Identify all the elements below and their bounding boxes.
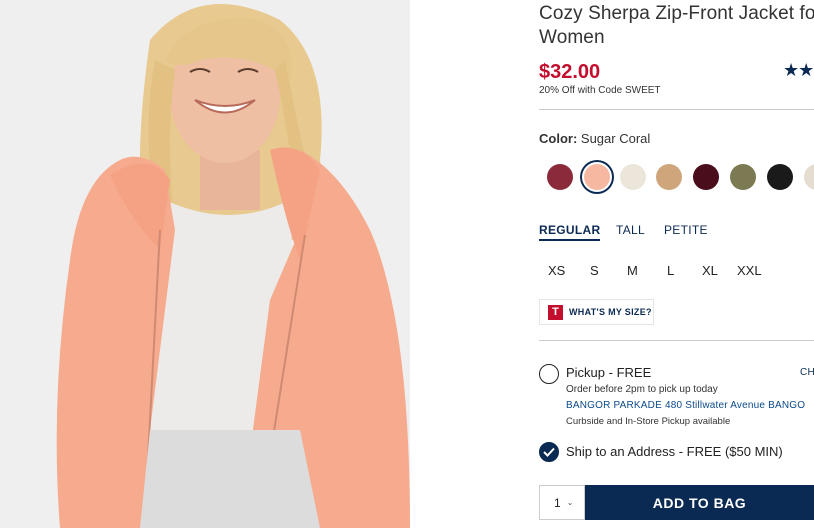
swatch-black[interactable] [767,164,793,190]
quantity-value: 1 [554,495,561,510]
size-l[interactable]: L [667,263,674,278]
rating-stars[interactable]: ★★ [783,60,814,81]
pickup-store-link[interactable]: BANGOR PARKADE 480 Stillwater Avenue BAN… [566,400,805,411]
divider [539,109,814,110]
color-label-prefix: Color: [539,131,578,146]
swatch-camel[interactable] [656,164,682,190]
curbside-note: Curbside and In-Store Pickup available [566,416,731,427]
color-swatches [539,164,814,196]
swatch-sugar-coral[interactable] [584,164,610,190]
product-price: $32.00 [539,61,601,83]
product-info-panel: Cozy Sherpa Zip-Front Jacket for Women $… [539,0,814,528]
swatch-oatmeal[interactable] [804,164,814,190]
product-title: Cozy Sherpa Zip-Front Jacket for Women [539,3,814,48]
product-image[interactable] [0,0,410,528]
pickup-radio[interactable] [539,364,559,384]
color-label: Color: Sugar Coral [539,131,650,146]
divider [539,340,814,341]
tab-tall[interactable]: TALL [616,223,645,237]
checkmark-icon [543,447,555,457]
swatch-cream[interactable] [620,164,646,190]
whats-my-size-button[interactable]: T WHAT'S MY SIZE? [539,299,654,325]
size-xs[interactable]: XS [548,263,565,278]
ship-title: Ship to an Address - FREE ($50 MIN) [566,444,783,459]
pickup-title: Pickup - FREE [566,365,652,380]
swatch-olive-camo[interactable] [730,164,756,190]
color-selected-name: Sugar Coral [580,131,651,146]
quantity-select[interactable]: 1 ⌄ [539,485,585,520]
tab-regular[interactable]: REGULAR [539,223,601,241]
size-s[interactable]: S [590,263,599,278]
promo-text: 20% Off with Code SWEET [539,85,661,96]
whats-my-size-label: WHAT'S MY SIZE? [569,307,652,317]
size-xxl[interactable]: XXL [737,263,762,278]
size-m[interactable]: M [627,263,638,278]
change-store-link[interactable]: CHA [800,367,814,378]
swatch-dark-wine[interactable] [693,164,719,190]
size-xl[interactable]: XL [702,263,718,278]
pickup-note: Order before 2pm to pick up today [566,384,718,395]
add-to-bag-button[interactable]: ADD TO BAG [585,485,814,520]
chevron-down-icon: ⌄ [566,498,574,507]
ship-radio[interactable] [539,442,559,462]
true-fit-icon: T [548,304,563,320]
tab-petite[interactable]: PETITE [664,223,708,237]
swatch-maroon-floral[interactable] [547,164,573,190]
